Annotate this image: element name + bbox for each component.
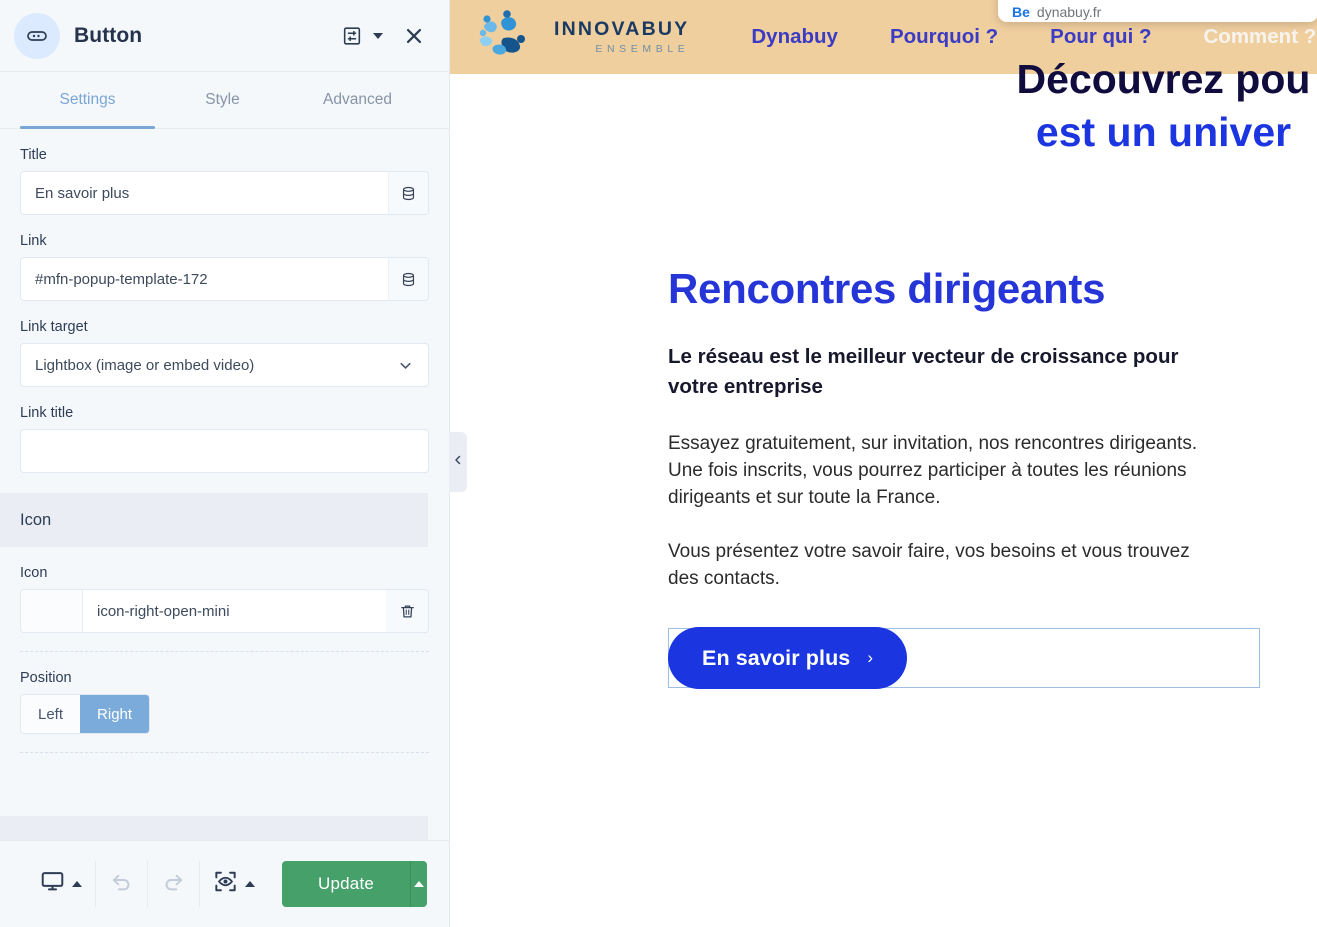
site-logo-sub: ENSEMBLE (595, 43, 690, 55)
redo-arrow-icon[interactable] (161, 869, 186, 899)
link-input[interactable] (21, 258, 388, 300)
desktop-monitor-icon[interactable] (40, 869, 65, 899)
nav-link-comment[interactable]: Comment ? (1204, 25, 1317, 49)
button-pill-icon (14, 12, 60, 59)
undo-arrow-icon[interactable] (109, 869, 134, 899)
device-preview-group (22, 861, 96, 907)
behance-badge-icon: Be (1012, 4, 1030, 20)
link-title-input-wrap (20, 429, 429, 473)
nav-link-dynabuy[interactable]: Dynabuy (751, 25, 838, 49)
field-icon: Icon › icon-right-open-mini (0, 565, 449, 633)
selected-widget-outline[interactable]: En savoir plus › (668, 627, 1260, 690)
site-nav: Dynabuy Pourquoi ? Pour qui ? Comment ? (751, 25, 1316, 49)
widget-settings-panel: Button Settings Style Advanced Title En … (0, 0, 467, 927)
field-link-label: Link (20, 233, 47, 249)
chevron-down-icon (397, 357, 414, 374)
chevron-left-icon (452, 453, 464, 471)
field-title: Title (0, 147, 449, 215)
link-input-wrap (20, 257, 429, 301)
content-paragraph-1: Essayez gratuitement, sur invitation, no… (668, 432, 1198, 509)
nav-link-pour-qui[interactable]: Pour qui ? (1050, 25, 1151, 49)
link-title-input[interactable] (21, 430, 428, 472)
panel-footer-toolbar: Update (0, 840, 449, 927)
link-target-value: Lightbox (image or embed video) (35, 356, 255, 374)
title-input-wrap (20, 171, 429, 215)
panel-body: Title Link (0, 129, 449, 840)
field-link-target-label: Link target (20, 319, 88, 335)
panel-header: Button (0, 0, 449, 72)
update-button[interactable]: Update (282, 861, 411, 907)
cta-label: En savoir plus (702, 645, 851, 670)
title-input[interactable] (21, 172, 388, 214)
content-paragraph-2: Vous présentez votre savoir faire, vos b… (668, 540, 1190, 590)
content-subtitle: Le réseau est le meilleur vecteur de cro… (668, 345, 1179, 398)
database-icon[interactable] (388, 258, 428, 300)
field-link-target: Link target Lightbox (image or embed vid… (0, 319, 449, 387)
browser-notification-toast[interactable]: Be dynabuy.fr (998, 0, 1317, 22)
caret-up-icon[interactable] (245, 881, 255, 887)
site-logo-main: INNOVABUY (554, 17, 690, 40)
chevron-right-icon: › (867, 648, 874, 668)
nav-link-pourquoi[interactable]: Pourquoi ? (890, 25, 998, 49)
update-button-group: Update (282, 861, 427, 907)
redo-group (148, 861, 200, 907)
panel-tabs: Settings Style Advanced (0, 72, 449, 129)
database-icon[interactable] (388, 172, 428, 214)
close-icon[interactable] (399, 21, 429, 51)
browser-toast-text: dynabuy.fr (1036, 4, 1102, 20)
section-band-partial (0, 816, 428, 840)
trash-icon[interactable] (386, 590, 428, 632)
eye-focus-icon[interactable] (213, 869, 238, 899)
position-segmented-control: Left Right (20, 694, 151, 734)
section-header-icon: Icon (0, 493, 428, 547)
field-position-label: Position (20, 670, 72, 686)
field-title-label: Title (20, 147, 47, 163)
position-option-right[interactable]: Right (80, 695, 150, 733)
update-options-button[interactable] (410, 861, 427, 907)
icon-picker: › icon-right-open-mini (20, 589, 429, 633)
section-header-icon-label: Icon (20, 510, 52, 529)
icon-picker-value[interactable]: icon-right-open-mini (83, 590, 386, 632)
preview-group (200, 861, 268, 907)
tab-advanced[interactable]: Advanced (290, 72, 425, 128)
link-target-select[interactable]: Lightbox (image or embed video) (20, 343, 429, 387)
field-icon-label: Icon (20, 565, 48, 581)
tab-settings[interactable]: Settings (20, 72, 155, 129)
site-logo-text: INNOVABUY ENSEMBLE (554, 17, 690, 55)
caret-up-icon[interactable] (72, 881, 82, 887)
divider (20, 752, 429, 753)
chevron-down-icon[interactable] (373, 32, 383, 39)
panel-header-actions (337, 21, 429, 51)
panel-collapse-handle[interactable] (449, 432, 467, 492)
innovabuy-people-logo-icon (474, 8, 544, 67)
divider (20, 651, 429, 652)
field-link: Link (0, 233, 449, 301)
field-link-title-label: Link title (20, 405, 74, 421)
content-title: Rencontres dirigeants (668, 265, 1106, 312)
app-root: Button Settings Style Advanced Title En … (0, 0, 1317, 927)
cta-en-savoir-plus-button[interactable]: En savoir plus › (668, 627, 908, 690)
caret-up-icon (414, 881, 425, 887)
panel-widget-title: Button (74, 23, 143, 47)
chevron-right-icon[interactable]: › (21, 590, 83, 632)
field-position: Position Left Right (0, 670, 449, 734)
position-option-left[interactable]: Left (21, 695, 80, 733)
site-preview: INNOVABUY ENSEMBLE Dynabuy Pourquoi ? Po… (450, 0, 1317, 927)
tab-style[interactable]: Style (155, 72, 290, 128)
site-logo[interactable]: INNOVABUY ENSEMBLE (474, 8, 689, 67)
undo-group (96, 861, 148, 907)
content-section: Rencontres dirigeants Le réseau est le m… (450, 74, 1317, 690)
field-link-title: Link title (0, 405, 449, 473)
sliders-icon[interactable] (337, 21, 367, 51)
